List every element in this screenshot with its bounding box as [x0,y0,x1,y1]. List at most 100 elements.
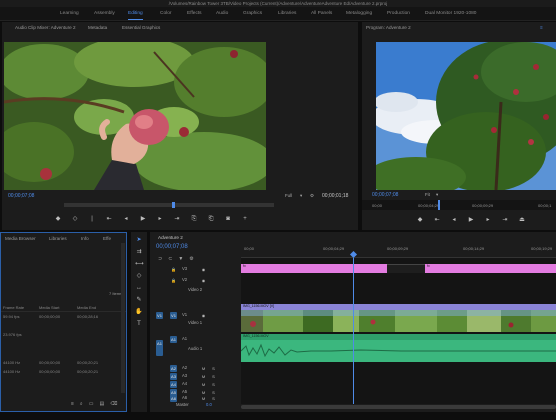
mute-button[interactable]: M [200,365,207,372]
tab-libraries[interactable]: Libraries [49,233,67,245]
prog-step-forward-icon[interactable]: ▸ [484,216,492,224]
tab-audio-clip-mixer[interactable]: Audio Clip Mixer: Adventure 2 [15,22,76,34]
tab-info[interactable]: Info [81,233,89,245]
type-tool-icon[interactable]: T [135,320,143,328]
timeline-scrollbar[interactable] [241,405,556,409]
add-marker-icon[interactable]: | [88,215,96,223]
prog-go-to-out-icon[interactable]: ⇥ [501,216,509,224]
timeline-title[interactable]: Adventure 2 [158,232,183,244]
column-frame-rate[interactable]: Frame Rate [3,305,24,310]
track-target-v1[interactable]: V1 [170,312,177,319]
prog-go-to-in-icon[interactable]: ⇤ [433,216,441,224]
program-fit-dropdown[interactable]: Fit [425,192,430,197]
master-value[interactable]: 0.0 [206,402,212,407]
source-patch-v1[interactable]: V1 [156,312,163,319]
mute-button[interactable]: M [200,373,207,380]
eye-icon[interactable]: ◉ [200,312,207,319]
track-target-a4[interactable]: A4 [170,381,177,388]
step-back-icon[interactable]: ◂ [122,215,130,223]
program-playhead[interactable] [438,200,440,210]
source-scrub-bar[interactable] [64,202,274,208]
video-thumbnail-strip[interactable] [241,310,556,332]
graphic-clip[interactable]: fx [241,264,387,273]
timeline-ruler[interactable]: 00;00 00;00;04;29 00;00;09;29 00;00;14;2… [241,242,556,259]
table-row[interactable]: 44100 Hz 00;00;00;00 00;00;20;21 [1,359,126,367]
play-icon[interactable]: ▶ [139,215,147,223]
workspace-learning[interactable]: Learning [60,7,79,21]
add-button-icon[interactable]: + [241,215,249,223]
lock-icon[interactable]: 🔒 [170,266,177,273]
mark-out-icon[interactable]: ◇ [71,215,79,223]
prog-mark-in-icon[interactable]: ◆ [416,216,424,224]
workspace-editing[interactable]: Editing [128,7,143,21]
workspace-color[interactable]: Color [160,7,171,21]
source-patch-a1[interactable]: A1 [156,340,163,356]
tab-essential-graphics[interactable]: Essential Graphics [122,22,160,34]
program-fit-chevron-icon[interactable]: ▾ [436,192,438,198]
column-media-start[interactable]: Media Start [39,305,59,310]
pen-tool-icon[interactable]: ✎ [135,296,143,304]
export-frame-icon[interactable]: ◙ [224,215,232,223]
tab-metadata[interactable]: Metadata [88,22,107,34]
step-forward-icon[interactable]: ▸ [156,215,164,223]
project-scrollbar[interactable] [121,243,125,393]
solo-button[interactable]: S [210,381,217,388]
workspace-metalogging[interactable]: Metalogging [346,7,372,21]
workspace-effects[interactable]: Effects [187,7,202,21]
workspace-graphics[interactable]: Graphics [243,7,262,21]
mark-in-icon[interactable]: ◆ [54,215,62,223]
audio-waveform[interactable] [241,340,556,362]
mute-button[interactable]: M [200,381,207,388]
source-playhead[interactable] [172,202,175,208]
workspace-libraries[interactable]: Libraries [278,7,296,21]
track-target-a3[interactable]: A3 [170,373,177,380]
track-target-a1[interactable]: A1 [170,336,177,343]
prog-step-back-icon[interactable]: ◂ [450,216,458,224]
trash-icon[interactable]: ⌫ [110,401,117,407]
workspace-audio[interactable]: Audio [216,7,228,21]
slip-tool-icon[interactable]: ↔ [135,284,143,292]
insert-icon[interactable]: ⎘ [190,215,198,223]
workspace-assembly[interactable]: Assembly [94,7,115,21]
wrench-icon[interactable]: ⚙ [310,193,314,199]
graphic-clip[interactable]: fx [425,264,556,273]
prog-lift-icon[interactable]: ⏏ [518,216,526,224]
workspace-production[interactable]: Production [387,7,410,21]
timeline-tracks[interactable]: fx fx IMG_1156.MOV [V] IMG_1156.MOV [241,258,556,404]
overwrite-icon[interactable]: ⎗ [207,215,215,223]
ripple-edit-icon[interactable]: ⟷ [135,260,144,268]
tab-effects[interactable]: Effe [103,233,111,245]
gap-clip[interactable] [387,264,425,273]
table-row[interactable]: 59.94 fps 00;00;00;00 00;00;28;16 [1,313,126,321]
eye-icon[interactable]: ◉ [200,277,207,284]
workspace-all-panels[interactable]: All Panels [311,7,332,21]
hand-tool-icon[interactable]: ✋ [135,308,143,316]
workspace-dual-monitor[interactable]: Dual Monitor 1920-1080 [425,7,476,21]
go-to-in-icon[interactable]: ⇤ [105,215,113,223]
table-row[interactable]: 44100 Hz 00;00;00;00 00;00;20;21 [1,368,126,376]
timeline-playhead[interactable] [353,258,354,404]
solo-button[interactable]: S [210,365,217,372]
panel-menu-icon[interactable]: ≡ [540,22,543,34]
track-target-a2[interactable]: A2 [170,365,177,372]
razor-tool-icon[interactable]: ◇ [135,272,143,280]
table-row[interactable]: 23.976 fps [1,331,126,339]
mute-button[interactable]: M [200,395,207,402]
column-media-end[interactable]: Media End [77,305,96,310]
program-ruler[interactable]: 00;00 00;00;04;29 00;00;09;29 00;00;1 [362,200,556,210]
prog-play-icon[interactable]: ▶ [467,216,475,224]
eye-icon[interactable]: ◉ [200,266,207,273]
track-select-icon[interactable]: ⇉ [135,248,143,256]
new-bin-icon[interactable]: ▭ [89,401,94,407]
source-fit-dropdown[interactable]: Full [285,193,292,198]
solo-button[interactable]: S [210,395,217,402]
program-monitor-title[interactable]: Program: Adventure 2 [366,22,411,34]
dropdown-chevron-icon[interactable]: ▾ [300,193,302,199]
new-item-icon[interactable]: ▤ [99,401,104,407]
go-to-out-icon[interactable]: ⇥ [173,215,181,223]
lock-icon[interactable]: 🔒 [170,277,177,284]
selection-tool-icon[interactable]: ➤ [135,236,143,244]
solo-button[interactable]: S [210,373,217,380]
timeline-playhead-handle[interactable] [349,250,358,259]
search-icon[interactable]: ⌕ [80,401,83,407]
